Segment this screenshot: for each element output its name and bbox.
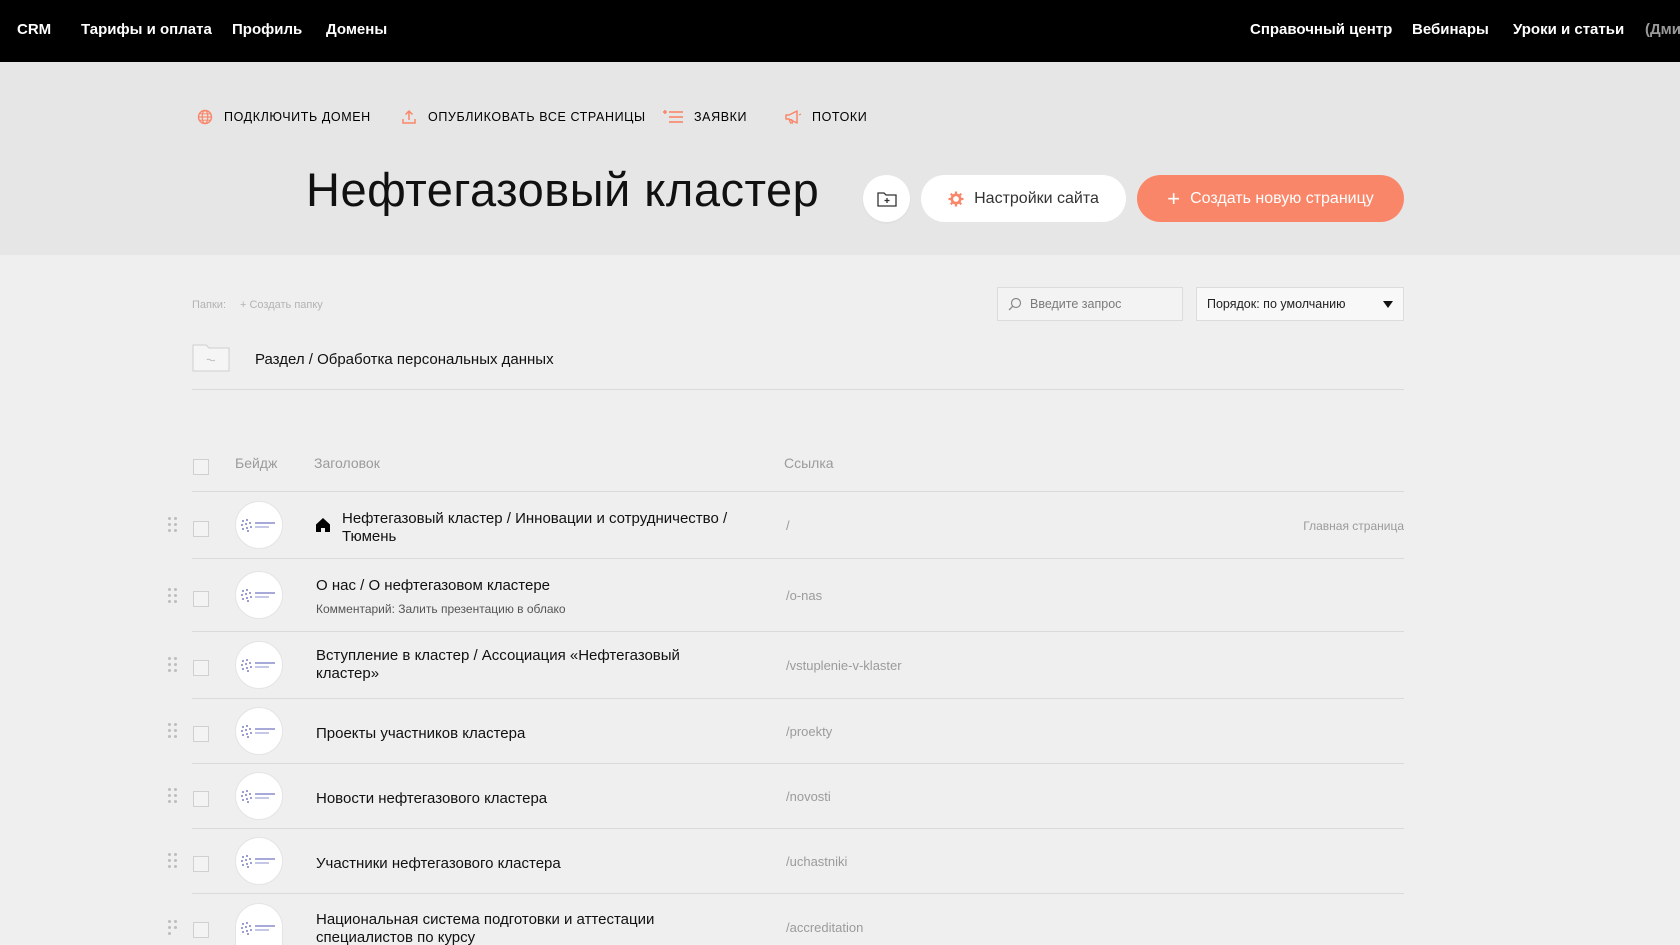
home-icon: [316, 518, 330, 532]
row-link[interactable]: /accreditation: [786, 920, 863, 935]
page-badge[interactable]: [235, 501, 283, 549]
sort-select[interactable]: Порядок: по умолчанию: [1196, 287, 1404, 321]
row-checkbox[interactable]: [193, 856, 209, 872]
folder-item[interactable]: Раздел / Обработка персональных данных: [192, 340, 1404, 390]
search-input[interactable]: [1030, 297, 1170, 311]
table-row[interactable]: Вступление в кластер / Ассоциация «Нефте…: [168, 632, 1404, 699]
badge-logo-icon: [241, 589, 275, 602]
row-link[interactable]: /novosti: [786, 789, 831, 804]
upload-icon: [402, 109, 416, 124]
row-title[interactable]: Новости нефтегазового кластера: [316, 790, 756, 808]
folder-icon: [192, 344, 230, 372]
select-all-checkbox[interactable]: [193, 459, 209, 475]
row-link[interactable]: /proekty: [786, 724, 832, 739]
drag-handle-icon[interactable]: [168, 853, 178, 869]
plus-icon: +: [1167, 185, 1181, 211]
row-title[interactable]: Вступление в кластер / Ассоциация «Нефте…: [316, 647, 716, 683]
drag-handle-icon[interactable]: [168, 723, 178, 739]
drag-handle-icon[interactable]: [168, 920, 178, 936]
row-title[interactable]: Проекты участников кластера: [316, 725, 756, 743]
create-folder-link[interactable]: + Создать папку: [240, 299, 323, 311]
column-header-link: Ссылка: [784, 455, 834, 471]
drag-handle-icon[interactable]: [168, 657, 178, 673]
connect-domain-label: Подключить домен: [224, 110, 371, 124]
drag-handle-icon[interactable]: [168, 788, 178, 804]
page-badge[interactable]: [235, 571, 283, 619]
row-checkbox[interactable]: [193, 591, 209, 607]
table-row[interactable]: Участники нефтегазового кластера /uchast…: [168, 829, 1404, 894]
page-badge[interactable]: [235, 641, 283, 689]
page-badge[interactable]: [235, 707, 283, 755]
table-row[interactable]: Новости нефтегазового кластера /novosti: [168, 764, 1404, 829]
badge-logo-icon: [241, 659, 275, 672]
table-row[interactable]: О нас / О нефтегазовом кластере Коммента…: [168, 559, 1404, 632]
drag-handle-icon[interactable]: [168, 517, 178, 533]
row-comment: Комментарий: Залить презентацию в облако: [316, 602, 566, 616]
search-box: [997, 287, 1183, 321]
folders-label: Папки:: [192, 299, 226, 311]
chevron-down-icon: [1383, 301, 1393, 308]
connect-domain-button[interactable]: Подключить домен: [196, 108, 371, 126]
row-link[interactable]: /vstuplenie-v-klaster: [786, 658, 902, 673]
globe-icon: [197, 109, 213, 125]
nav-webinars[interactable]: Вебинары: [1412, 21, 1489, 38]
table-row[interactable]: Нефтегазовый кластер / Инновации и сотру…: [168, 492, 1404, 559]
requests-button[interactable]: Заявки: [662, 108, 747, 126]
top-navigation: CRM Тарифы и оплата Профиль Домены Справ…: [0, 0, 1680, 62]
page-badge[interactable]: [235, 903, 283, 945]
site-settings-label: Настройки сайта: [974, 189, 1099, 207]
create-page-label: Создать новую страницу: [1190, 189, 1374, 207]
nav-domains[interactable]: Домены: [326, 21, 387, 38]
table-row[interactable]: Национальная система подготовки и аттест…: [168, 894, 1404, 945]
row-checkbox[interactable]: [193, 791, 209, 807]
megaphone-icon: [785, 110, 802, 124]
table-row[interactable]: Проекты участников кластера /proekty: [168, 699, 1404, 764]
create-page-button[interactable]: + Создать новую страницу: [1137, 175, 1404, 222]
nav-crm[interactable]: CRM: [17, 21, 51, 38]
row-link[interactable]: /o-nas: [786, 588, 822, 603]
row-title[interactable]: Участники нефтегазового кластера: [316, 855, 756, 873]
publish-all-button[interactable]: Опубликовать все страницы: [400, 108, 646, 126]
row-checkbox[interactable]: [193, 922, 209, 938]
search-icon: [1008, 297, 1022, 311]
row-checkbox[interactable]: [193, 660, 209, 676]
nav-help-center[interactable]: Справочный центр: [1250, 21, 1392, 38]
row-checkbox[interactable]: [193, 726, 209, 742]
requests-label: Заявки: [694, 110, 748, 124]
row-title[interactable]: Нефтегазовый кластер / Инновации и сотру…: [342, 510, 762, 546]
nav-profile[interactable]: Профиль: [232, 21, 302, 38]
gear-icon: [948, 191, 964, 206]
nav-tariffs[interactable]: Тарифы и оплата: [81, 21, 212, 38]
nav-user-account[interactable]: (Дми: [1645, 21, 1680, 38]
row-checkbox[interactable]: [193, 521, 209, 537]
streams-button[interactable]: Потоки: [784, 108, 867, 126]
column-header-title: Заголовок: [314, 455, 380, 471]
row-link[interactable]: /: [786, 518, 790, 533]
row-link[interactable]: /uchastniki: [786, 854, 847, 869]
streams-label: Потоки: [812, 110, 868, 124]
folder-add-icon: [876, 191, 897, 207]
column-header-badge: Бейдж: [235, 455, 278, 471]
badge-logo-icon: [241, 725, 275, 738]
site-settings-button[interactable]: Настройки сайта: [921, 175, 1126, 222]
badge-logo-icon: [241, 855, 275, 868]
sort-select-value: Порядок: по умолчанию: [1207, 297, 1346, 311]
page-title: Нефтегазовый кластер: [306, 163, 820, 216]
home-page-tag: Главная страница: [1303, 519, 1404, 533]
site-header: [0, 62, 1680, 255]
page-badge[interactable]: [235, 837, 283, 885]
row-title[interactable]: О нас / О нефтегазовом кластере: [316, 577, 756, 595]
badge-logo-icon: [241, 921, 275, 935]
page-badge[interactable]: [235, 772, 283, 820]
list-icon: [663, 110, 683, 123]
drag-handle-icon[interactable]: [168, 588, 178, 604]
badge-logo-icon: [241, 519, 275, 532]
nav-lessons[interactable]: Уроки и статьи: [1513, 21, 1624, 38]
add-folder-button[interactable]: [863, 175, 910, 222]
badge-logo-icon: [241, 790, 275, 803]
publish-all-label: Опубликовать все страницы: [428, 110, 646, 124]
folder-name: Раздел / Обработка персональных данных: [255, 351, 554, 368]
row-title[interactable]: Национальная система подготовки и аттест…: [316, 911, 696, 945]
